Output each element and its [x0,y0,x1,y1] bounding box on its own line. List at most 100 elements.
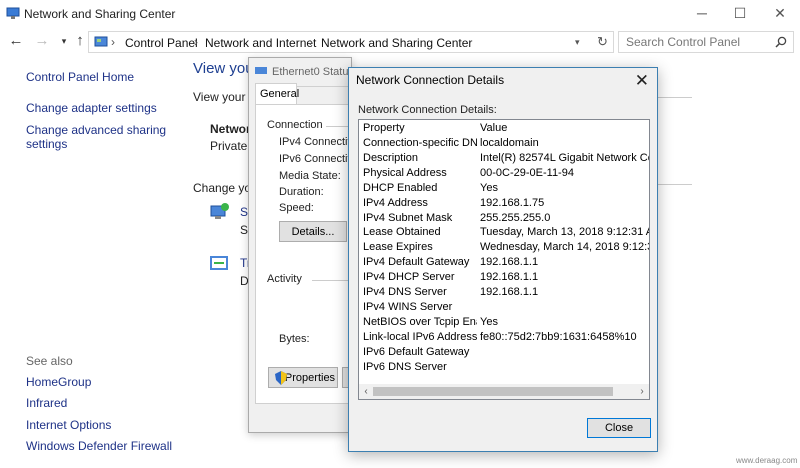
details-subtitle: Network Connection Details: [358,104,497,116]
shield-icon [275,371,287,385]
breadcrumb-separator-icon: › [194,35,198,49]
network-connection-details-dialog: Network Connection Details ✕ Network Con… [348,67,658,452]
window-title: Network and Sharing Center [24,7,176,21]
details-dialog-title: Network Connection Details [356,73,505,87]
ethernet-status-dialog: Ethernet0 Status General Connection IPv4… [248,57,364,433]
general-tab-panel: Connection IPv4 Connectivity IPv6 Connec… [255,104,364,404]
value-cell: fe80::75d2:7bb9:1631:6458%10 [480,330,637,343]
page-heading: View you [193,60,254,77]
divider [656,184,692,185]
breadcrumb-control-panel[interactable]: Control Panel [125,36,198,50]
details-button[interactable]: Details... [279,221,347,242]
table-row[interactable]: IPv4 DNS Server 192.168.1.1 [359,285,649,300]
sidebar-link-advanced-sharing-line2[interactable]: settings [26,137,67,151]
property-cell: Link-local IPv6 Address [363,330,477,343]
table-row[interactable]: Lease Expires Wednesday, March 14, 2018 9… [359,240,649,255]
control-panel-icon [94,36,108,47]
bytes-label: Bytes: [279,333,310,345]
table-row[interactable]: Connection-specific DNS ...localdomain [359,136,649,151]
table-row[interactable]: IPv4 Address 192.168.1.75 [359,196,649,211]
sidebar-link-infrared[interactable]: Infrared [26,396,67,410]
scroll-left-icon[interactable]: ‹ [360,384,372,399]
value-cell: Intel(R) 82574L Gigabit Network Connecti… [480,151,649,164]
network-center-icon [6,7,20,19]
see-also-heading: See also [26,354,73,368]
close-button[interactable]: Close [587,418,651,438]
value-cell: Yes [480,181,498,194]
table-row[interactable]: IPv4 Subnet Mask 255.255.255.0 [359,211,649,226]
minimize-button[interactable]: ─ [692,4,712,22]
address-bar-row: ← → ▾ ↑ › Control Panel › Network and In… [0,28,800,56]
close-icon[interactable]: ✕ [635,71,649,91]
property-cell: IPv4 Default Gateway [363,256,470,269]
property-cell: NetBIOS over Tcpip Enab... [363,315,477,328]
value-cell: 192.168.1.1 [480,256,539,269]
table-row[interactable]: NetBIOS over Tcpip Enab...Yes [359,315,649,330]
value-cell: localdomain [480,137,539,149]
value-cell: 192.168.1.1 [480,286,539,298]
property-cell: IPv4 Subnet Mask [363,211,453,224]
sidebar-link-advanced-sharing[interactable]: Change advanced sharing [26,123,166,137]
value-cell: Tuesday, March 13, 2018 9:12:31 AM [480,226,650,239]
address-bar[interactable]: › Control Panel › Network and Internet ›… [88,31,614,53]
horizontal-scrollbar[interactable]: ‹ › [359,384,649,399]
property-cell: Physical Address [363,166,447,179]
table-row[interactable]: DHCP Enabled Yes [359,181,649,196]
column-header-property[interactable]: Property [363,122,477,134]
duration-label: Duration: [279,186,324,198]
scroll-right-icon[interactable]: › [636,384,648,399]
address-dropdown-icon[interactable]: ▾ [575,37,580,48]
tab-general[interactable]: General [255,83,299,104]
details-list[interactable]: Property Value Connection-specific DNS .… [358,119,650,400]
property-cell: IPv4 DNS Server [363,286,447,298]
activity-section-label: Activity [267,273,302,285]
breadcrumb-separator-icon: › [111,35,115,49]
sidebar-link-homegroup[interactable]: HomeGroup [26,375,91,389]
table-row[interactable]: Description Intel(R) 82574L Gigabit Netwo… [359,151,649,166]
property-cell: IPv4 Address [363,196,428,209]
speed-label: Speed: [279,202,314,214]
property-cell: DHCP Enabled [363,181,438,194]
property-cell: Description [363,151,419,164]
breadcrumb-network-sharing[interactable]: Network and Sharing Center [321,36,472,50]
sidebar-link-firewall[interactable]: Windows Defender Firewall [26,439,172,453]
table-row[interactable]: IPv6 DNS Server [359,360,649,375]
value-cell: Yes [480,315,498,328]
connection-section-label: Connection [267,119,323,131]
breadcrumb-network-internet[interactable]: Network and Internet [205,36,316,50]
recent-dropdown-icon[interactable]: ▾ [56,33,72,49]
sidebar-link-adapter-settings[interactable]: Change adapter settings [26,101,157,115]
close-window-button[interactable]: ✕ [770,4,790,22]
table-row[interactable]: Lease Obtained Tuesday, March 13, 2018 9:… [359,225,650,240]
ethernet-dialog-title: Ethernet0 Status [272,66,354,78]
property-cell: IPv4 DHCP Server [363,271,455,284]
search-placeholder: Search Control Panel [626,35,741,49]
table-row[interactable]: IPv6 Default Gateway [359,345,649,360]
table-row[interactable]: IPv4 WINS Server [359,300,649,315]
ethernet-icon [255,67,267,74]
up-arrow-icon[interactable]: ↑ [72,33,88,49]
value-cell: 00-0C-29-0E-11-94 [480,166,574,179]
troubleshoot-icon [210,256,228,270]
column-header-value[interactable]: Value [480,122,507,134]
refresh-icon[interactable]: ↻ [597,34,608,50]
list-header: Property Value [359,121,649,136]
search-input[interactable]: Search Control Panel [618,31,794,53]
table-row[interactable]: IPv4 Default Gateway 192.168.1.1 [359,255,649,270]
properties-button[interactable]: Properties [268,367,338,388]
back-arrow-icon[interactable]: ← [8,33,24,49]
scrollbar-thumb[interactable] [373,387,613,396]
property-cell: Lease Expires [363,241,433,254]
value-cell: 192.168.1.1 [480,271,539,284]
forward-arrow-icon[interactable]: → [34,33,50,49]
sidebar-link-internet-options[interactable]: Internet Options [26,418,111,432]
maximize-button[interactable]: ☐ [730,4,750,22]
table-row[interactable]: Link-local IPv6 Address fe80::75d2:7bb9:1… [359,330,649,345]
watermark-text: www.deraag.com [736,456,798,465]
table-row[interactable]: IPv4 DHCP Server 192.168.1.1 [359,270,649,285]
sidebar-link-control-panel-home[interactable]: Control Panel Home [26,70,134,84]
search-icon [775,36,787,48]
table-row[interactable]: Physical Address 00-0C-29-0E-11-94 [359,166,649,181]
new-connection-icon [210,203,229,219]
property-cell: IPv4 WINS Server [363,300,453,313]
